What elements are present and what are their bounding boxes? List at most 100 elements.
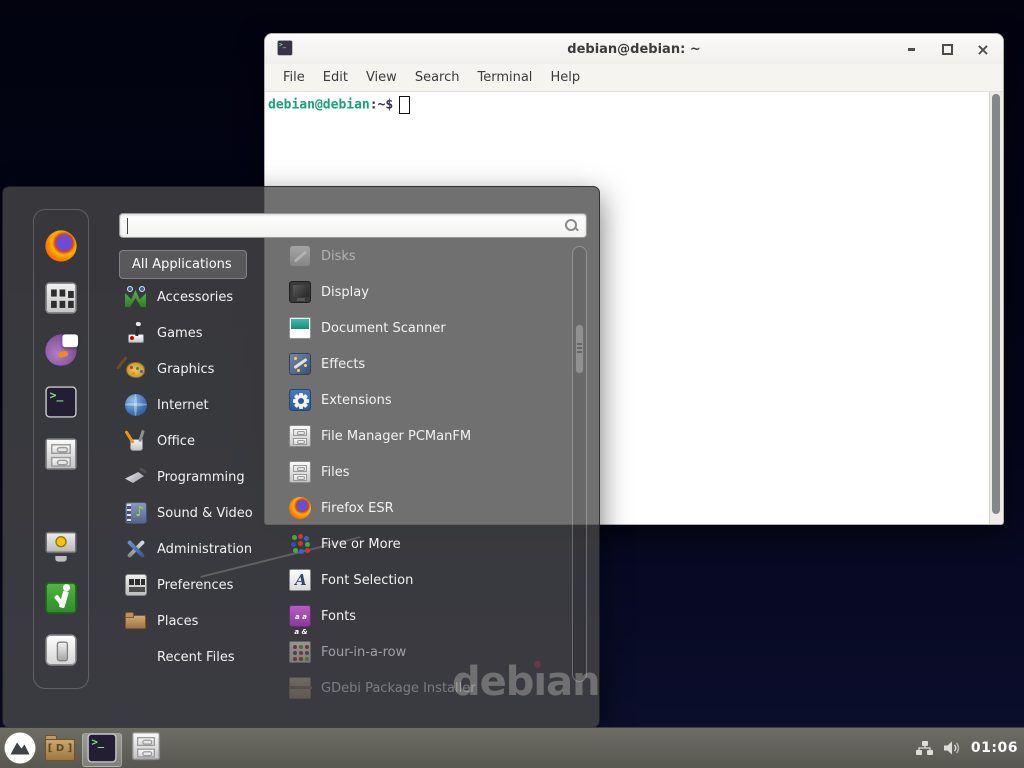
app-item-disks[interactable]: Disks (283, 238, 571, 274)
category-item-label: Preferences (157, 578, 233, 593)
volume-icon[interactable] (944, 741, 961, 755)
category-item-recent-files[interactable]: Recent Files (119, 639, 281, 675)
app-item-four-in-a-row[interactable]: Four-in-a-row (283, 634, 571, 670)
application-menu: All Applications AccessoriesGamesGraphic… (2, 186, 600, 728)
maximize-button[interactable] (935, 39, 959, 59)
disks-icon (289, 245, 311, 267)
taskbar-terminal-button-active[interactable] (82, 733, 122, 767)
app-item-label: Fonts (321, 609, 356, 624)
lock-screen-button[interactable] (43, 530, 79, 562)
app-item-file-manager-pcmanfm[interactable]: File Manager PCManFM (283, 418, 571, 454)
category-item-games[interactable]: Games (119, 315, 281, 351)
category-item-label: Administration (157, 542, 252, 557)
font-selection-icon (289, 569, 311, 591)
window-buttons (899, 34, 995, 64)
app-item-fonts[interactable]: Fonts (283, 598, 571, 634)
search-input[interactable] (120, 214, 586, 237)
minimize-button[interactable] (899, 39, 923, 59)
terminal-window-title: debian@debian: ~ (265, 42, 1003, 57)
app-item-effects[interactable]: Effects (283, 346, 571, 382)
office-icon (125, 430, 147, 452)
category-item-administration[interactable]: Administration (119, 531, 281, 567)
keyboard-icon (45, 282, 76, 313)
app-item-display[interactable]: Display (283, 274, 571, 310)
app-item-label: Extensions (321, 393, 392, 408)
cabinet-icon (132, 732, 160, 760)
terminal-scrollbar[interactable] (989, 92, 1003, 524)
terminal-menu-edit[interactable]: Edit (314, 67, 357, 88)
pidgin-icon (45, 334, 76, 365)
file-manager-button[interactable] (43, 438, 79, 470)
clock[interactable]: 01:06 (971, 740, 1018, 756)
keyboard-button[interactable] (43, 282, 79, 314)
terminal-menubar: FileEditViewSearchTerminalHelp (265, 64, 1003, 92)
category-item-preferences[interactable]: Preferences (119, 567, 281, 603)
extensions-icon (289, 389, 311, 411)
app-item-files[interactable]: Files (283, 454, 571, 490)
internet-icon (125, 394, 147, 416)
terminal-titlebar[interactable]: debian@debian: ~ (265, 34, 1003, 65)
administration-icon (125, 538, 147, 560)
category-item-office[interactable]: Office (119, 423, 281, 459)
app-item-gdebi-package-installer[interactable]: GDebi Package Installer (283, 670, 571, 706)
package-icon (289, 677, 311, 699)
cabinet-icon (45, 438, 76, 469)
scanner-icon (289, 317, 311, 339)
category-list: AccessoriesGamesGraphicsInternetOffice Pr… (119, 279, 281, 675)
category-item-accessories[interactable]: Accessories (119, 279, 281, 315)
cabinet-icon (289, 461, 311, 483)
shut-down-button[interactable] (43, 634, 79, 666)
app-item-label: Files (321, 465, 350, 480)
category-item-internet[interactable]: Internet (119, 387, 281, 423)
close-icon (976, 40, 989, 59)
category-item-programming[interactable]: Programming (119, 459, 281, 495)
terminal-menu-help[interactable]: Help (541, 67, 589, 88)
terminal-menu-search[interactable]: Search (406, 67, 469, 88)
distro-logo-icon (3, 731, 37, 765)
app-item-firefox-esr[interactable]: Firefox ESR (283, 490, 571, 526)
network-icon[interactable] (916, 741, 934, 756)
terminal-menu-terminal[interactable]: Terminal (468, 67, 541, 88)
search-box[interactable] (119, 213, 587, 238)
close-button[interactable] (971, 39, 995, 59)
menu-scrollbar-thumb[interactable] (575, 324, 584, 374)
taskbar: D 01:06 (0, 727, 1024, 768)
log-out-button[interactable] (43, 582, 79, 614)
app-item-label: Firefox ESR (321, 501, 394, 516)
menu-button[interactable] (0, 728, 40, 768)
search-icon (565, 219, 577, 231)
accessories-icon (125, 286, 147, 308)
lock-screen-icon (45, 530, 76, 561)
app-item-five-or-more[interactable]: Five or More (283, 526, 571, 562)
category-item-label: Programming (157, 470, 245, 485)
category-item-graphics[interactable]: Graphics (119, 351, 281, 387)
terminal-cursor (399, 96, 410, 114)
app-item-font-selection[interactable]: Font Selection (283, 562, 571, 598)
app-item-label: File Manager PCManFM (321, 429, 471, 444)
taskbar-file-manager-launcher[interactable] (124, 728, 168, 768)
terminal-scrollbar-thumb[interactable] (992, 94, 1000, 514)
category-item-places[interactable]: Places (119, 603, 281, 639)
all-applications-button[interactable]: All Applications (119, 250, 247, 279)
category-item-label: Recent Files (157, 650, 235, 665)
favorites-strip (33, 209, 89, 689)
terminal-button[interactable] (43, 386, 79, 418)
shutdown-icon (45, 634, 76, 665)
folder-badge: D (45, 743, 75, 754)
app-item-document-scanner[interactable]: Document Scanner (283, 310, 571, 346)
five-or-more-icon (289, 533, 311, 555)
fonts-icon (289, 605, 311, 627)
category-item-label: Sound & Video (157, 506, 253, 521)
app-item-label: Disks (321, 249, 356, 264)
menu-scrollbar[interactable] (572, 246, 587, 682)
category-item-sound-video[interactable]: Sound & Video (119, 495, 281, 531)
logout-icon (45, 582, 76, 613)
firefox-button[interactable] (43, 230, 79, 262)
programming-icon (125, 466, 147, 488)
maximize-icon (942, 44, 953, 55)
pidgin-button[interactable] (43, 334, 79, 366)
app-item-extensions[interactable]: Extensions (283, 382, 571, 418)
terminal-menu-view[interactable]: View (357, 67, 406, 88)
terminal-menu-file[interactable]: File (274, 67, 314, 88)
desktop-folder-launcher[interactable]: D (40, 728, 80, 768)
